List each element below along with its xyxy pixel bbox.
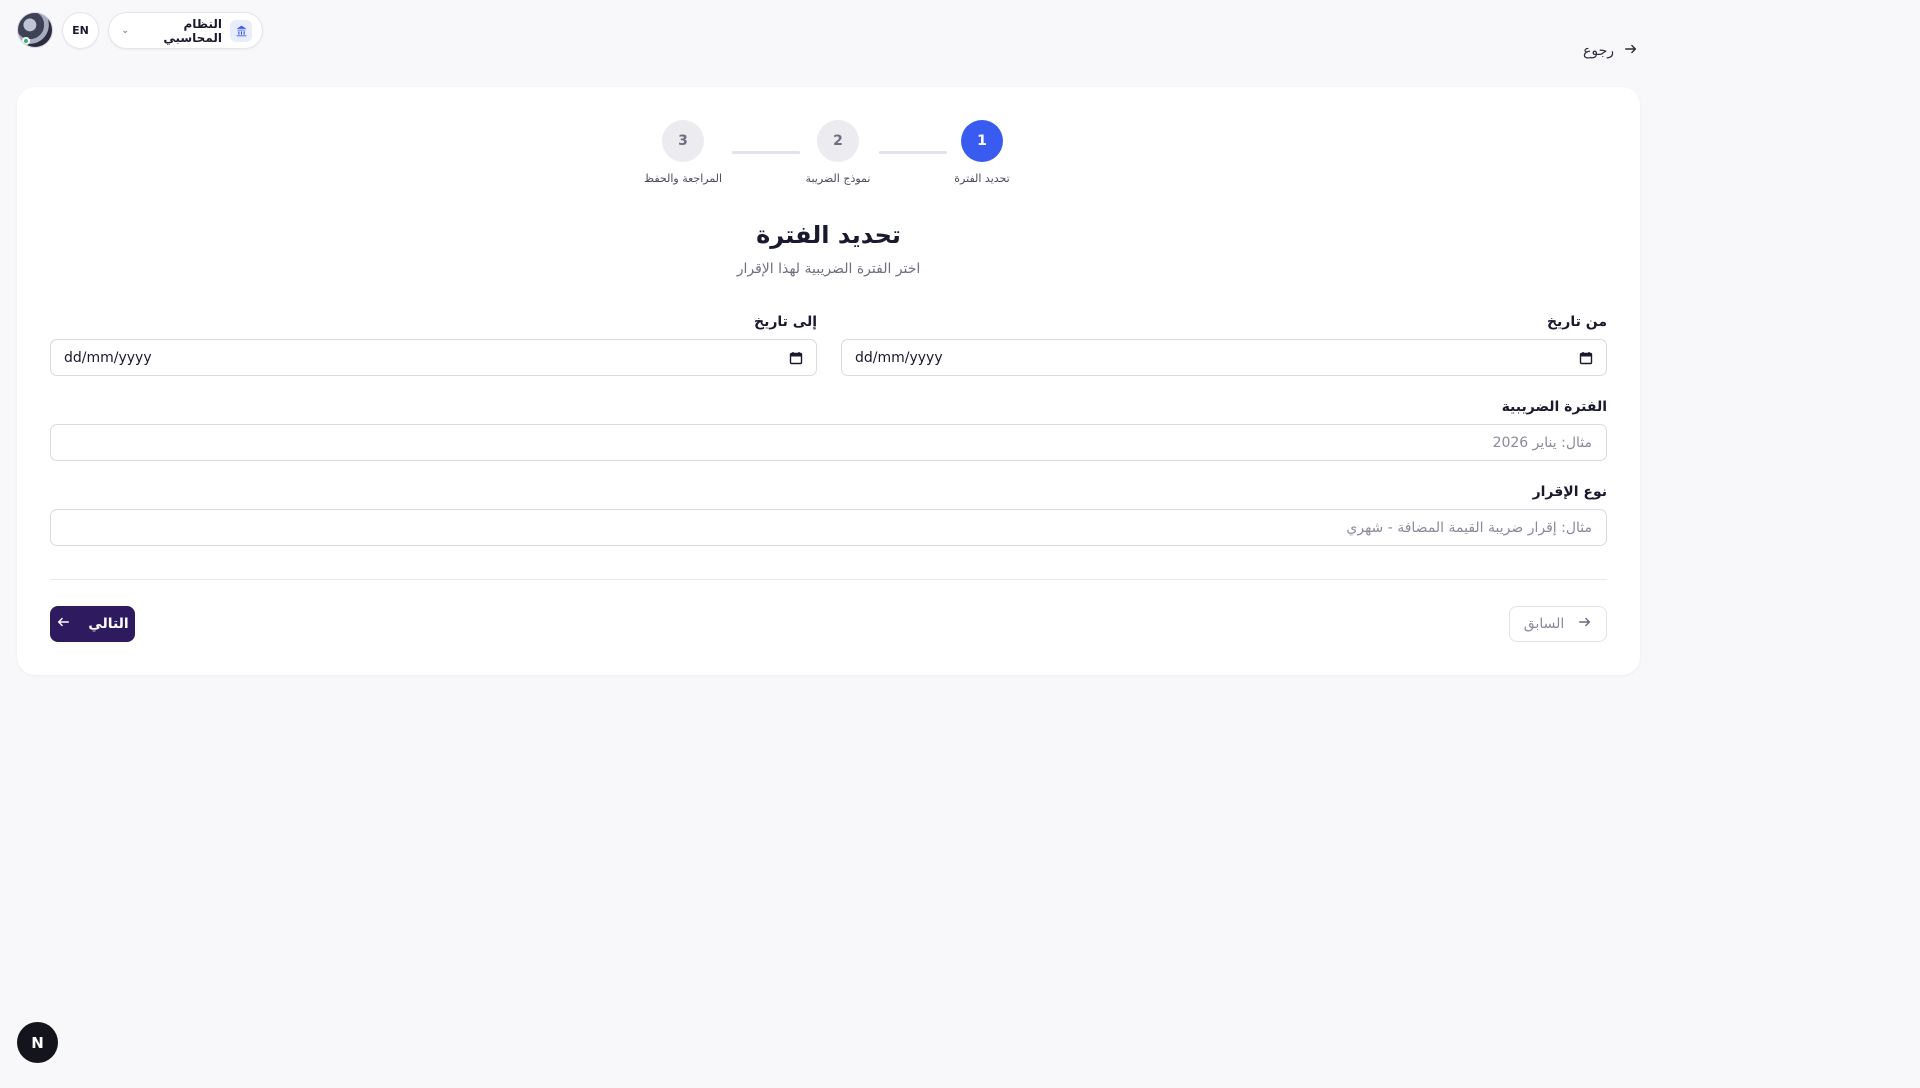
arrow-right-icon xyxy=(1624,42,1638,60)
step-number: 3 xyxy=(662,120,704,162)
page-subtitle: اختر الفترة الضريبية لهذا الإقرار xyxy=(736,261,921,277)
next-button[interactable]: التالي xyxy=(50,606,135,642)
arrow-right-icon xyxy=(1578,615,1592,633)
online-status-indicator xyxy=(22,37,30,45)
tax-period-input[interactable]: مثال: يناير 2026 xyxy=(50,424,1607,461)
step-label: تحديد الفترة xyxy=(954,172,1010,185)
back-link-label: رجوع xyxy=(1583,43,1615,59)
to-date-label: إلى تاريخ xyxy=(753,314,817,330)
system-selector-dropdown[interactable]: النظام المحاسبي ⌄ xyxy=(108,12,263,49)
step-select-period[interactable]: 1 تحديد الفترة xyxy=(927,120,1037,185)
floating-action-button[interactable]: N xyxy=(17,1022,58,1063)
bank-icon xyxy=(230,19,252,42)
wizard-card: 1 تحديد الفترة 2 نموذج الضريبة 3 المراجع… xyxy=(17,87,1640,675)
to-date-value: dd/mm/yyyy xyxy=(64,349,152,366)
system-selector-label: النظام المحاسبي xyxy=(163,16,222,45)
from-date-input[interactable]: dd/mm/yyyy xyxy=(841,339,1607,376)
step-label: المراجعة والحفظ xyxy=(643,172,723,185)
from-date-value: dd/mm/yyyy xyxy=(855,349,943,366)
chevron-down-icon: ⌄ xyxy=(121,25,130,36)
return-type-label: نوع الإقرار xyxy=(1532,484,1607,500)
previous-button-label: السابق xyxy=(1523,616,1565,632)
return-type-input[interactable]: مثال: إقرار ضريبة القيمة المضافة - شهري xyxy=(50,509,1607,546)
calendar-icon[interactable] xyxy=(789,351,803,365)
previous-button[interactable]: السابق xyxy=(1509,606,1607,642)
page-title: تحديد الفترة xyxy=(756,221,901,249)
return-type-placeholder: مثال: إقرار ضريبة القيمة المضافة - شهري xyxy=(1346,519,1592,536)
form-divider xyxy=(50,579,1607,580)
back-link[interactable]: رجوع xyxy=(1583,40,1638,62)
arrow-left-icon xyxy=(56,615,70,633)
tax-period-label: الفترة الضريبية xyxy=(1501,399,1607,415)
step-review-save[interactable]: 3 المراجعة والحفظ xyxy=(628,120,738,185)
page: EN النظام المحاسبي ⌄ رجوع 1 تحديد الفترة… xyxy=(0,0,1920,1088)
step-number: 1 xyxy=(961,120,1003,162)
step-label: نموذج الضريبة xyxy=(805,172,871,185)
to-date-input[interactable]: dd/mm/yyyy xyxy=(50,339,817,376)
calendar-icon[interactable] xyxy=(1579,351,1593,365)
language-toggle-button[interactable]: EN xyxy=(62,12,99,49)
step-number: 2 xyxy=(817,120,859,162)
tax-period-placeholder: مثال: يناير 2026 xyxy=(1492,434,1592,451)
step-tax-form[interactable]: 2 نموذج الضريبة xyxy=(783,120,893,185)
from-date-label: من تاريخ xyxy=(1546,314,1607,330)
user-avatar[interactable] xyxy=(17,12,53,48)
next-button-label: التالي xyxy=(88,616,129,632)
